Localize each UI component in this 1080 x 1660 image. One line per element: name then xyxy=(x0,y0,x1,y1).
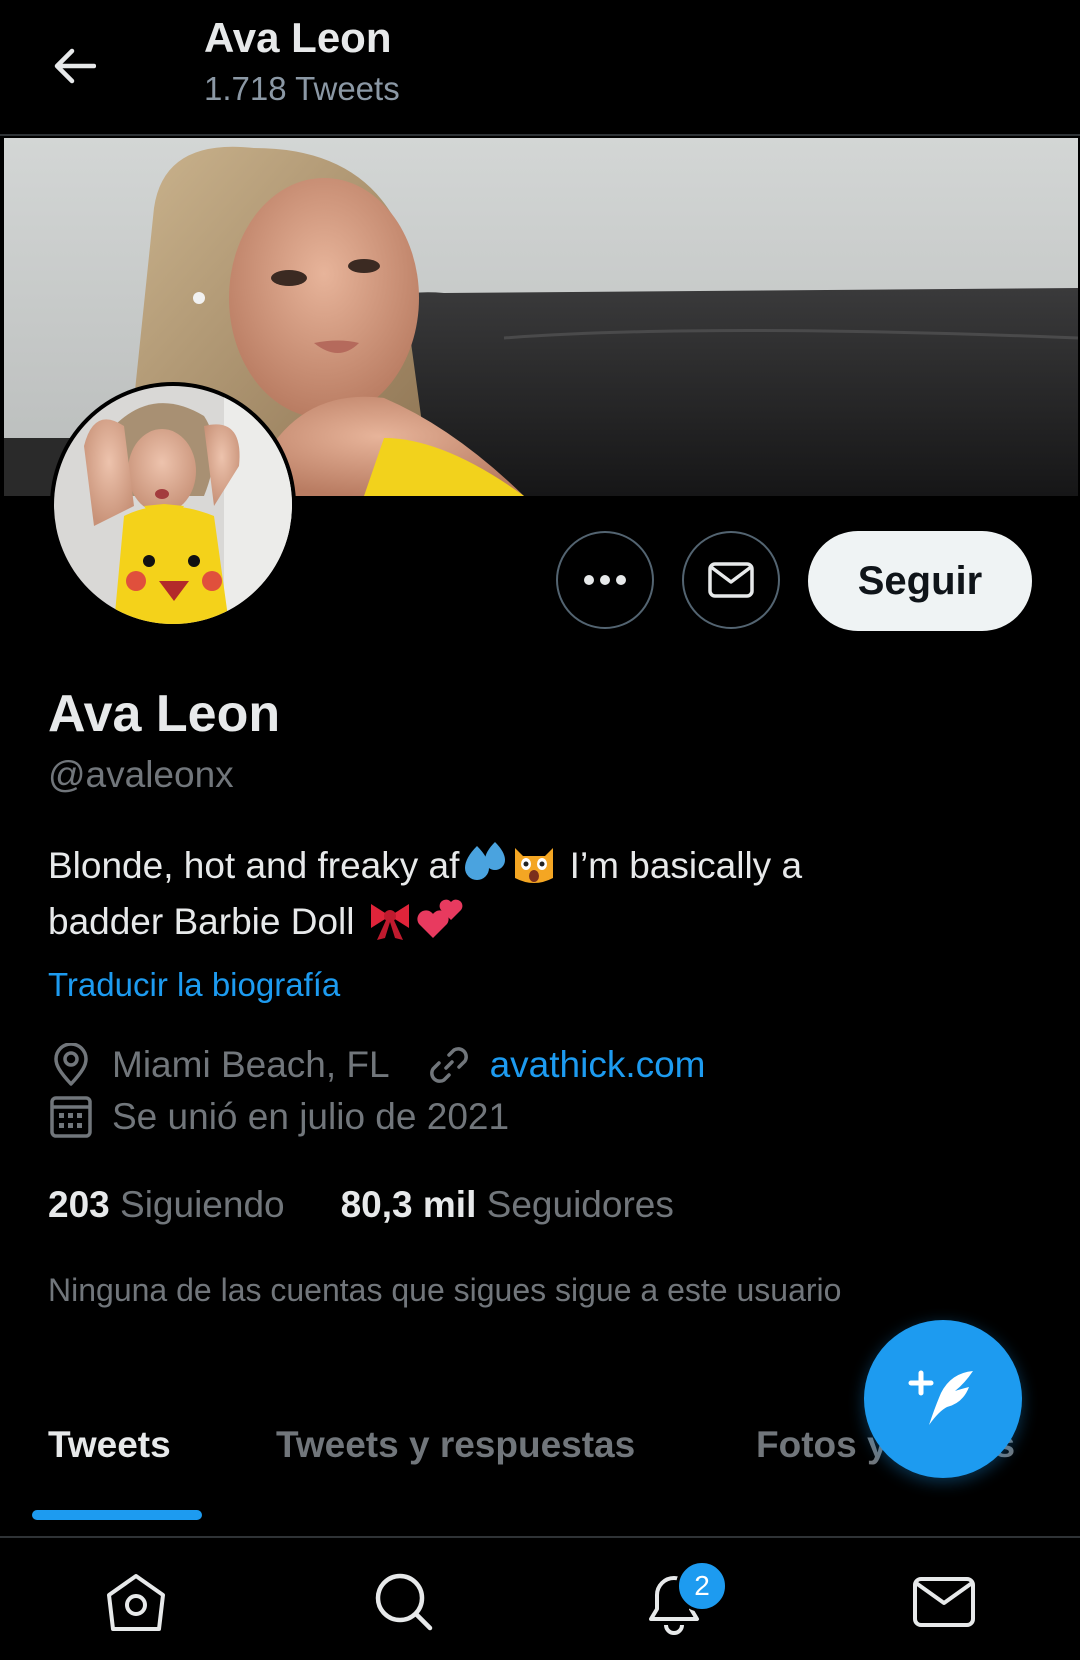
bio-text-1-rest: I’m basically a xyxy=(569,845,803,886)
profile-bio: Blonde, hot and freaky af I’m basically … xyxy=(48,838,948,950)
profile-avatar[interactable] xyxy=(50,382,296,628)
envelope-icon xyxy=(708,562,754,598)
profile-meta-row: Miami Beach, FL avathick.com xyxy=(48,1042,706,1088)
sweat-droplets-icon xyxy=(465,842,506,880)
ribbon-icon xyxy=(370,904,409,940)
followers-count: 80,3 mil xyxy=(340,1184,477,1225)
profile-name: Ava Leon xyxy=(48,685,281,743)
top-bar: Ava Leon 1.718 Tweets xyxy=(0,0,1080,136)
two-hearts-icon xyxy=(417,899,463,938)
follow-button[interactable]: Seguir xyxy=(808,531,1032,631)
compose-feather-icon xyxy=(908,1370,973,1425)
nav-search-button[interactable] xyxy=(364,1562,444,1642)
home-icon xyxy=(107,1574,165,1631)
calendar-icon xyxy=(48,1094,94,1140)
message-button[interactable] xyxy=(682,531,780,629)
header-divider xyxy=(0,134,1080,136)
back-button[interactable] xyxy=(44,36,104,96)
profile-location: Miami Beach, FL xyxy=(112,1044,390,1085)
mail-icon xyxy=(913,1577,975,1627)
following-stat[interactable]: 203 Siguiendo xyxy=(48,1184,285,1226)
profile-stats: 203 Siguiendo 80,3 mil Seguidores xyxy=(48,1184,674,1226)
profile-joined-date: Se unió en julio de 2021 xyxy=(112,1096,510,1137)
bio-text-1: Blonde, hot and freaky af xyxy=(48,845,460,886)
bottom-navigation xyxy=(0,1540,1080,1660)
profile-handle: @avaleonx xyxy=(48,754,234,795)
link-icon xyxy=(426,1042,472,1088)
profile-website-link[interactable]: avathick.com xyxy=(490,1044,706,1086)
nav-home-button[interactable] xyxy=(96,1562,176,1642)
translate-bio-link[interactable]: Traducir la biografía xyxy=(48,966,340,1004)
mutual-followers-note: Ninguna de las cuentas que sigues sigue … xyxy=(48,1272,842,1308)
tabs-divider xyxy=(0,1536,1080,1538)
following-label: Siguiendo xyxy=(120,1184,285,1225)
tab-tweets-and-replies[interactable]: Tweets y respuestas xyxy=(276,1424,635,1466)
search-icon xyxy=(375,1573,433,1631)
profile-joined-row: Se unió en julio de 2021 xyxy=(48,1094,509,1140)
following-count: 203 xyxy=(48,1184,110,1225)
compose-tweet-button[interactable] xyxy=(864,1320,1022,1478)
followers-label: Seguidores xyxy=(486,1184,674,1225)
weary-cat-icon xyxy=(515,848,554,883)
header-title: Ava Leon xyxy=(204,14,392,61)
tab-tweets[interactable]: Tweets xyxy=(48,1424,171,1466)
more-dots-icon xyxy=(584,575,626,585)
bio-text-2: badder Barbie Doll xyxy=(48,901,365,942)
location-pin-icon xyxy=(48,1042,94,1088)
header-tweet-count: 1.718 Tweets xyxy=(204,70,400,107)
followers-stat[interactable]: 80,3 mil Seguidores xyxy=(341,1184,674,1226)
nav-messages-button[interactable] xyxy=(904,1562,984,1642)
more-options-button[interactable] xyxy=(556,531,654,629)
active-tab-indicator xyxy=(32,1510,202,1520)
notification-badge: 2 xyxy=(676,1560,728,1612)
arrow-left-icon xyxy=(54,48,96,84)
